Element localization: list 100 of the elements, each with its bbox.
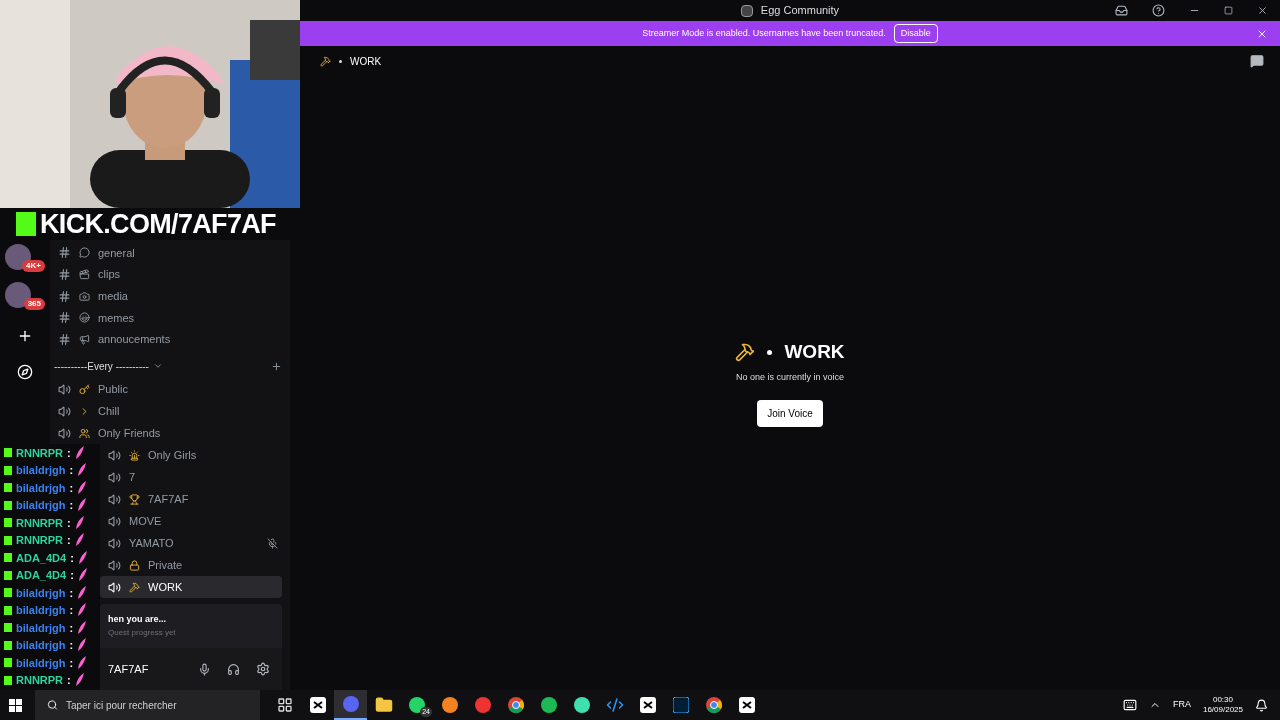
chat-separator: : — [67, 533, 71, 548]
browser-icon[interactable] — [704, 696, 723, 714]
help-icon[interactable] — [1152, 4, 1165, 17]
speaker-icon — [108, 448, 121, 462]
hammer-icon — [735, 342, 756, 363]
hash-icon — [58, 311, 71, 325]
voice-channel[interactable]: MOVE — [100, 510, 282, 532]
feather-emote-icon — [74, 515, 85, 530]
hash-icon — [58, 246, 71, 260]
chat-separator: : — [69, 655, 74, 671]
notification-icon[interactable] — [1255, 698, 1268, 712]
disable-button[interactable]: Disable — [893, 23, 938, 44]
microphone-icon[interactable] — [198, 662, 211, 676]
chat-separator: : — [69, 638, 74, 653]
chat-username: bilaldrjgh — [16, 603, 66, 618]
app-icon[interactable] — [539, 696, 558, 714]
text-channel[interactable]: clips — [50, 263, 282, 286]
text-channel[interactable]: annoucements — [50, 328, 282, 351]
chat-separator: : — [69, 620, 74, 636]
feather-emote-icon — [77, 498, 88, 513]
channel-name: WORK — [350, 54, 382, 69]
voice-channel[interactable]: 7 — [100, 466, 282, 488]
feather-emote-icon — [77, 655, 88, 670]
feather-emote-icon — [77, 620, 88, 635]
speaker-icon — [108, 580, 121, 594]
code-editor-icon[interactable] — [605, 696, 624, 714]
mention-badge: 4K+ — [22, 260, 45, 272]
chat-separator: : — [67, 515, 71, 531]
hash-icon — [58, 333, 71, 346]
app-icon[interactable] — [738, 697, 755, 713]
speaker-icon — [108, 492, 121, 506]
chat-separator: : — [67, 445, 71, 461]
speaker-icon — [58, 426, 71, 440]
chat-separator: : — [70, 568, 74, 583]
chat-username: bilaldrjgh — [16, 585, 66, 601]
mention-badge: 365 — [23, 298, 45, 310]
app-icon[interactable] — [309, 697, 326, 713]
chat-separator: : — [69, 463, 74, 478]
username[interactable]: 7AF7AF — [108, 660, 149, 678]
quest-subtitle: Quest progress yet — [108, 626, 177, 639]
voice-channel[interactable]: Only Friends — [50, 422, 282, 444]
feather-emote-icon — [77, 638, 88, 653]
create-channel-icon[interactable] — [271, 360, 282, 372]
voice-channel[interactable]: Chill — [50, 400, 282, 422]
chat-username: ADA_4D4 — [16, 568, 67, 583]
folder-icon[interactable] — [374, 696, 393, 714]
chat-separator: : — [69, 498, 74, 513]
browser-icon[interactable] — [506, 696, 525, 714]
voice-channel[interactable]: Public — [50, 378, 282, 400]
join-voice-button[interactable]: Join Voice — [757, 400, 823, 427]
speaker-icon — [108, 514, 121, 528]
feather-emote-icon — [77, 585, 88, 600]
text-channel[interactable]: general — [50, 242, 282, 264]
settings-icon[interactable] — [256, 662, 270, 676]
chat-username: bilaldrjgh — [16, 655, 66, 671]
app-icon[interactable] — [572, 696, 591, 714]
discover-icon[interactable] — [17, 364, 33, 380]
text-channel[interactable]: media — [50, 285, 282, 307]
hash-icon — [58, 268, 71, 281]
chat-username: RNNRPR — [16, 445, 64, 461]
search-bar[interactable]: Taper ici pour rechercher — [35, 690, 260, 720]
chat-icon[interactable] — [1250, 54, 1264, 68]
add-server-icon[interactable] — [17, 328, 33, 344]
voice-status: No one is currently in voice — [735, 370, 845, 384]
voice-channel[interactable]: YAMATO — [100, 532, 282, 554]
voice-channel[interactable]: WORK — [100, 576, 282, 598]
headphones-icon[interactable] — [227, 662, 240, 676]
voice-channel[interactable]: Only Girls — [100, 444, 282, 466]
taskbar-button[interactable] — [334, 690, 367, 720]
speaker-icon — [108, 470, 121, 484]
close-icon[interactable] — [1257, 5, 1268, 16]
feather-emote-icon — [77, 463, 88, 478]
banner-text: Streamer Mode is enabled. Usernames have been truncated. — [642, 26, 886, 40]
text-channel[interactable]: memes — [50, 307, 282, 329]
voice-channel[interactable]: Private — [100, 554, 282, 576]
quest-panel[interactable]: hen you are... Quest progress yet — [100, 604, 282, 648]
app-icon[interactable] — [639, 697, 656, 713]
feather-emote-icon — [77, 568, 88, 583]
search-field[interactable]: Taper ici pour rechercher — [65, 697, 248, 713]
keyboard-icon[interactable] — [1122, 698, 1137, 712]
language-indicator[interactable]: FRA — [1172, 698, 1191, 712]
speaker-icon — [58, 382, 71, 396]
voice-channel[interactable]: 7AF7AF — [100, 488, 282, 510]
category-label[interactable]: ----------Every ---------- — [50, 358, 149, 374]
task-view-icon[interactable] — [276, 697, 293, 713]
clock[interactable]: 00:30 16/09/2025 — [1202, 695, 1243, 715]
inbox-icon[interactable] — [1115, 4, 1128, 17]
stream-url: KICK.COM/7AF7AF — [40, 210, 276, 238]
chat-username: RNNRPR — [16, 533, 64, 548]
chat-username: bilaldrjgh — [16, 620, 66, 636]
hash-icon — [58, 289, 71, 303]
windows-icon[interactable] — [8, 698, 22, 712]
voice-channel-title: WORK — [784, 340, 845, 364]
feather-emote-icon — [77, 603, 88, 618]
chat-username: bilaldrjgh — [16, 480, 66, 496]
app-icon[interactable] — [672, 697, 689, 713]
speaker-icon — [58, 404, 71, 418]
maximize-icon[interactable] — [1224, 6, 1233, 15]
app-icon[interactable] — [440, 696, 459, 714]
chat-separator: : — [67, 673, 71, 688]
